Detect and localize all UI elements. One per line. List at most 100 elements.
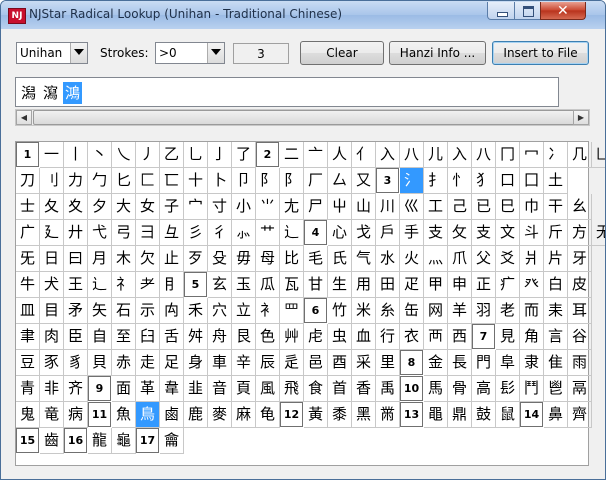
- radical-cell[interactable]: 小: [232, 194, 256, 220]
- radical-cell[interactable]: 攵: [448, 220, 472, 246]
- radical-cell[interactable]: 刂: [40, 168, 64, 194]
- radical-cell[interactable]: 黃: [304, 402, 328, 428]
- radical-cell[interactable]: 鬯: [544, 376, 568, 402]
- radical-cell[interactable]: 口: [496, 168, 520, 194]
- radical-cell[interactable]: 艸: [280, 324, 304, 350]
- radical-cell[interactable]: 气: [352, 246, 376, 272]
- radical-cell[interactable]: 豕: [40, 350, 64, 376]
- radical-cell[interactable]: 虫: [328, 324, 352, 350]
- radical-cell[interactable]: 厂: [304, 168, 328, 194]
- radical-cell[interactable]: 艮: [232, 324, 256, 350]
- radical-cell[interactable]: 黑: [352, 402, 376, 428]
- radical-cell[interactable]: 彐: [136, 220, 160, 246]
- radical-cell[interactable]: 乚: [184, 142, 208, 168]
- radical-cell[interactable]: 八: [400, 142, 424, 168]
- radical-cell[interactable]: 爪: [448, 246, 472, 272]
- radical-cell[interactable]: 高: [472, 376, 496, 402]
- radical-cell[interactable]: 廴: [40, 220, 64, 246]
- radical-cell[interactable]: 瓦: [280, 272, 304, 298]
- radical-cell[interactable]: 夊: [64, 194, 88, 220]
- radical-cell[interactable]: 几: [568, 142, 592, 168]
- radical-cell[interactable]: 隶: [520, 350, 544, 376]
- radical-cell[interactable]: 囗: [520, 168, 544, 194]
- radical-cell[interactable]: 二: [280, 142, 304, 168]
- maximize-button[interactable]: [514, 2, 541, 20]
- radical-cell[interactable]: 父: [472, 246, 496, 272]
- radical-cell[interactable]: 竹: [328, 298, 352, 324]
- radical-cell[interactable]: 食: [304, 376, 328, 402]
- radical-cell[interactable]: 龟: [256, 402, 280, 428]
- radical-cell[interactable]: 臣: [64, 324, 88, 350]
- radical-cell[interactable]: 赤: [112, 350, 136, 376]
- radical-cell[interactable]: 土: [544, 168, 568, 194]
- radical-cell[interactable]: 龜: [112, 428, 136, 454]
- radical-cell[interactable]: 禸: [160, 298, 184, 324]
- radical-cell[interactable]: 冖: [520, 142, 544, 168]
- radical-cell[interactable]: 牙: [568, 246, 592, 272]
- radical-cell[interactable]: 宀: [184, 194, 208, 220]
- radical-cell[interactable]: 鼓: [472, 402, 496, 428]
- radical-cell[interactable]: 豆: [16, 350, 40, 376]
- radical-cell[interactable]: 阜: [496, 350, 520, 376]
- radical-cell[interactable]: 木: [112, 246, 136, 272]
- radical-cell[interactable]: 氏: [328, 246, 352, 272]
- radical-cell[interactable]: 支: [472, 220, 496, 246]
- radical-cell[interactable]: 齐: [64, 376, 88, 402]
- radical-cell[interactable]: 矛: [64, 298, 88, 324]
- radical-cell[interactable]: ⺝: [160, 272, 184, 298]
- radical-cell[interactable]: 力: [64, 168, 88, 194]
- radical-cell[interactable]: 而: [520, 298, 544, 324]
- radical-cell[interactable]: 隹: [544, 350, 568, 376]
- radical-cell[interactable]: 飛: [280, 376, 304, 402]
- radical-cell[interactable]: 艹: [256, 220, 280, 246]
- radical-cell[interactable]: 走: [136, 350, 160, 376]
- radical-cell[interactable]: 入: [376, 142, 400, 168]
- radical-cell[interactable]: 彑: [160, 220, 184, 246]
- radical-cell[interactable]: 丿: [136, 142, 160, 168]
- radical-cell[interactable]: 髟: [496, 376, 520, 402]
- radical-cell[interactable]: 風: [256, 376, 280, 402]
- radical-cell[interactable]: 工: [424, 194, 448, 220]
- radical-cell[interactable]: 玄: [208, 272, 232, 298]
- radical-cell[interactable]: 衤: [256, 298, 280, 324]
- radical-cell[interactable]: 母: [256, 246, 280, 272]
- radical-cell[interactable]: ⺌: [256, 194, 280, 220]
- radical-cell[interactable]: 魚: [112, 402, 136, 428]
- radical-cell[interactable]: 示: [136, 298, 160, 324]
- radical-cell[interactable]: 禾: [184, 298, 208, 324]
- radical-cell[interactable]: 玉: [232, 272, 256, 298]
- radical-cell[interactable]: 田: [376, 272, 400, 298]
- radical-cell[interactable]: 人: [328, 142, 352, 168]
- radical-cell[interactable]: 匕: [112, 168, 136, 194]
- radical-cell[interactable]: 長: [448, 350, 472, 376]
- radical-cell[interactable]: 骨: [448, 376, 472, 402]
- radical-cell[interactable]: 韋: [160, 376, 184, 402]
- radical-cell[interactable]: 了: [232, 142, 256, 168]
- radical-cell[interactable]: 戶: [376, 220, 400, 246]
- radical-cell[interactable]: 手: [400, 220, 424, 246]
- radical-cell[interactable]: 黍: [328, 402, 352, 428]
- radical-cell[interactable]: 穴: [208, 298, 232, 324]
- radical-cell[interactable]: 雨: [568, 350, 592, 376]
- radical-cell[interactable]: 首: [328, 376, 352, 402]
- radical-cell[interactable]: 鼎: [448, 402, 472, 428]
- radical-cell[interactable]: 止: [160, 246, 184, 272]
- radical-cell[interactable]: 广: [16, 220, 40, 246]
- radical-cell[interactable]: 廾: [64, 220, 88, 246]
- radical-cell[interactable]: 爻: [496, 246, 520, 272]
- radical-cell[interactable]: 爿: [520, 246, 544, 272]
- radical-cell[interactable]: 鬥: [520, 376, 544, 402]
- radical-cell[interactable]: 丶: [88, 142, 112, 168]
- radical-cell[interactable]: 竜: [40, 402, 64, 428]
- radical-cell[interactable]: 肉: [40, 324, 64, 350]
- selected-characters-field[interactable]: 潟 瀉 鴻: [15, 77, 559, 107]
- radical-cell[interactable]: 尢: [280, 194, 304, 220]
- radical-cell[interactable]: 无: [592, 220, 605, 246]
- radical-cell[interactable]: 巛: [400, 194, 424, 220]
- radical-cell[interactable]: 采: [352, 350, 376, 376]
- app-icon[interactable]: NJ: [8, 8, 26, 24]
- radical-cell[interactable]: 糸: [376, 298, 400, 324]
- horizontal-scrollbar[interactable]: ◀ ▶: [15, 109, 590, 126]
- radical-cell[interactable]: 匸: [160, 168, 184, 194]
- radical-cell[interactable]: 辶: [88, 272, 112, 298]
